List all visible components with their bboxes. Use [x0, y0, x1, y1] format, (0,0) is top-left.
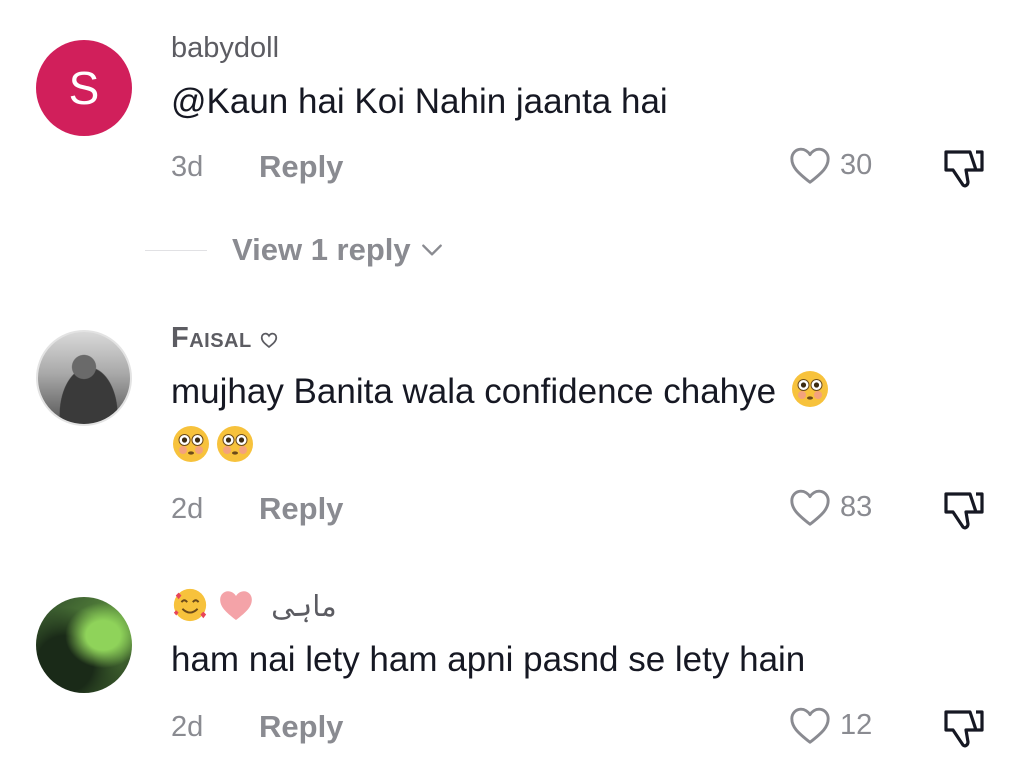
- comment-text-body: mujhay Banita wala confidence chahye: [171, 372, 777, 411]
- comment-text: ham nai lety ham apni pasnd se lety hain: [171, 640, 806, 679]
- comment-username[interactable]: babydoll: [171, 32, 279, 65]
- comment-age: 2d: [171, 493, 204, 525]
- comment-age: 3d: [171, 151, 204, 183]
- thumbs-down-outline-icon: [944, 150, 984, 188]
- dislike-button[interactable]: [940, 488, 988, 537]
- reply-button[interactable]: Reply: [259, 149, 343, 185]
- comment-age: 2d: [171, 711, 204, 743]
- like-button[interactable]: 30: [788, 145, 872, 185]
- heart-outline-icon: [790, 707, 830, 744]
- like-button[interactable]: 12: [788, 705, 872, 745]
- like-count: 30: [840, 148, 873, 181]
- avatar[interactable]: S: [36, 40, 132, 136]
- comment-username[interactable]: ماہی: [171, 586, 337, 624]
- divider: [145, 249, 207, 251]
- view-replies-button[interactable]: View 1 reply: [145, 232, 445, 268]
- avatar-letter: S: [68, 62, 100, 114]
- username-text: ماہی: [271, 591, 337, 623]
- chevron-down-icon: [421, 244, 442, 256]
- avatar[interactable]: [36, 330, 132, 426]
- comment-text: @Kaun hai Koi Nahin jaanta hai: [171, 82, 668, 121]
- thumbs-down-outline-icon: [944, 492, 984, 530]
- like-count: 83: [840, 490, 873, 523]
- dislike-button[interactable]: [940, 706, 988, 755]
- thumbs-down-outline-icon: [944, 710, 984, 748]
- like-button[interactable]: 83: [788, 487, 872, 527]
- comment-text: mujhay Banita wala confidence chahye: [171, 366, 991, 418]
- heart-outline-icon: [261, 332, 278, 349]
- reply-button[interactable]: Reply: [259, 709, 343, 745]
- dislike-button[interactable]: [940, 146, 988, 195]
- view-replies-label: View 1 reply: [232, 232, 411, 267]
- emoji-row: [171, 424, 255, 464]
- flushed-face-emoji: [217, 426, 253, 462]
- like-count: 12: [840, 708, 873, 741]
- username-text: Faisal: [171, 322, 252, 354]
- heart-outline-icon: [790, 489, 830, 526]
- comment-username[interactable]: Faisal: [171, 322, 278, 355]
- pink-heart-emoji: [220, 591, 252, 621]
- reply-button[interactable]: Reply: [259, 491, 343, 527]
- heart-outline-icon: [790, 147, 830, 184]
- avatar[interactable]: [36, 597, 132, 693]
- flushed-face-emoji: [791, 371, 828, 407]
- flushed-face-emoji: [173, 426, 209, 462]
- smiling-face-with-hearts-emoji: [173, 588, 207, 622]
